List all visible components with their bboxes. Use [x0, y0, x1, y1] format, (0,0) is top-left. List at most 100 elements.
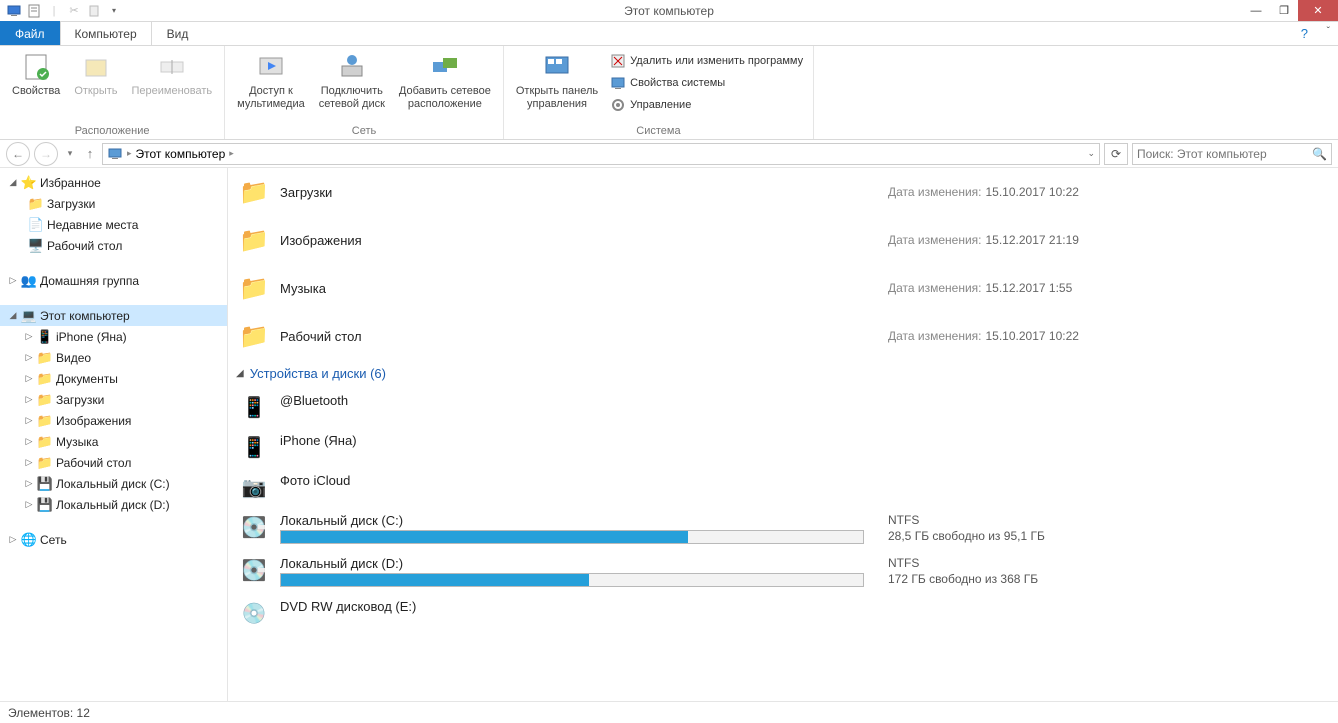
ribbon-tabs: Файл Компьютер Вид ˇ ?	[0, 22, 1338, 46]
devices-group-header[interactable]: ◢Устройства и диски (6)	[236, 360, 1338, 387]
breadcrumb-root[interactable]: Этот компьютер	[136, 147, 226, 161]
address-dropdown-icon[interactable]: ⌄	[1087, 148, 1095, 159]
folder-name: Рабочий стол	[280, 329, 876, 344]
phone-icon: 📱	[37, 329, 53, 345]
computer-icon	[107, 146, 123, 162]
control-panel-button[interactable]: Открыть панель управления	[510, 49, 604, 113]
tab-computer[interactable]: Компьютер	[60, 21, 152, 45]
close-button[interactable]: ✕	[1298, 0, 1338, 21]
folder-row[interactable]: 📁 Рабочий стол Дата изменения:15.10.2017…	[236, 312, 1338, 360]
device-name: DVD RW дисковод (E:)	[280, 599, 876, 614]
device-name: Локальный диск (C:)	[280, 513, 876, 528]
folder-icon: 📁	[240, 274, 268, 302]
tree-favorites[interactable]: ◢⭐Избранное	[0, 172, 227, 193]
ribbon: Свойства Открыть Переименовать Расположе…	[0, 46, 1338, 140]
device-row[interactable]: 📷Фото iCloud	[236, 467, 1338, 507]
uninstall-button[interactable]: Удалить или изменить программу	[606, 51, 807, 71]
folder-row[interactable]: 📁 Изображения Дата изменения:15.12.2017 …	[236, 216, 1338, 264]
ribbon-collapse-icon[interactable]: ˇ	[1327, 26, 1330, 37]
group-label-network: Сеть	[231, 123, 497, 137]
qat-icon-cut: ✂	[66, 3, 82, 19]
add-network-button[interactable]: Добавить сетевое расположение	[393, 49, 497, 113]
group-label-system: Система	[510, 123, 807, 137]
tree-disk-d[interactable]: ▷💾Локальный диск (D:)	[0, 494, 227, 515]
tree-pictures[interactable]: ▷📁Изображения	[0, 410, 227, 431]
folder-name: Загрузки	[280, 185, 876, 200]
search-input[interactable]	[1137, 147, 1308, 161]
tree-downloads[interactable]: 📁Загрузки	[0, 193, 227, 214]
search-box[interactable]: 🔍	[1132, 143, 1332, 165]
folder-date: Дата изменения:15.12.2017 1:55	[888, 281, 1072, 295]
device-row[interactable]: 💽 Локальный диск (C:) NTFS28,5 ГБ свобод…	[236, 507, 1338, 550]
qat-icon-properties[interactable]	[26, 3, 42, 19]
device-row[interactable]: 💽 Локальный диск (D:) NTFS172 ГБ свободн…	[236, 550, 1338, 593]
tree-homegroup[interactable]: ▷👥Домашняя группа	[0, 270, 227, 291]
folder-name: Изображения	[280, 233, 876, 248]
tree-iphone[interactable]: ▷📱iPhone (Яна)	[0, 326, 227, 347]
folder-icon: 📁	[37, 350, 53, 366]
properties-icon	[20, 51, 52, 83]
system-props-icon	[610, 75, 626, 91]
folder-date: Дата изменения:15.10.2017 10:22	[888, 329, 1079, 343]
minimize-button[interactable]: —	[1242, 0, 1270, 21]
window-title: Этот компьютер	[624, 4, 714, 18]
tree-documents[interactable]: ▷📁Документы	[0, 368, 227, 389]
device-icon: 💿	[240, 599, 268, 627]
device-icon: 📱	[240, 433, 268, 461]
maximize-button[interactable]: ❐	[1270, 0, 1298, 21]
breadcrumb[interactable]: ▸ Этот компьютер ▸ ⌄	[102, 143, 1100, 165]
folder-row[interactable]: 📁 Загрузки Дата изменения:15.10.2017 10:…	[236, 168, 1338, 216]
device-name: @Bluetooth	[280, 393, 876, 408]
tree-music[interactable]: ▷📁Музыка	[0, 431, 227, 452]
qat-icon-computer[interactable]	[6, 3, 22, 19]
tree-recent[interactable]: 📄Недавние места	[0, 214, 227, 235]
refresh-button[interactable]: ⟳	[1104, 143, 1128, 165]
tree-this-pc[interactable]: ◢💻Этот компьютер	[0, 305, 227, 326]
tree-desktop[interactable]: 🖥️Рабочий стол	[0, 235, 227, 256]
folder-name: Музыка	[280, 281, 876, 296]
tree-desktop2[interactable]: ▷📁Рабочий стол	[0, 452, 227, 473]
desktop-icon: 🖥️	[28, 238, 44, 254]
qat-dropdown-icon[interactable]: ▾	[106, 3, 122, 19]
device-row[interactable]: 📱iPhone (Яна)	[236, 427, 1338, 467]
drive-usage-bar	[280, 573, 864, 587]
ribbon-group-system: Открыть панель управления Удалить или из…	[504, 46, 814, 139]
media-icon	[255, 51, 287, 83]
folder-icon: 📁	[37, 413, 53, 429]
device-name: Локальный диск (D:)	[280, 556, 876, 571]
manage-icon	[610, 97, 626, 113]
tree-downloads2[interactable]: ▷📁Загрузки	[0, 389, 227, 410]
folder-icon: 📁	[240, 178, 268, 206]
tab-view[interactable]: Вид	[152, 21, 204, 45]
breadcrumb-sep[interactable]: ▸	[127, 148, 132, 159]
system-properties-button[interactable]: Свойства системы	[606, 73, 807, 93]
quick-access-toolbar: | ✂ ▾	[0, 3, 122, 19]
manage-button[interactable]: Управление	[606, 95, 807, 115]
forward-button[interactable]: →	[34, 142, 58, 166]
media-access-button[interactable]: Доступ к мультимедиа	[231, 49, 311, 113]
help-icon[interactable]: ?	[1301, 26, 1308, 41]
history-dropdown[interactable]: ▾	[62, 142, 78, 166]
folder-row[interactable]: 📁 Музыка Дата изменения:15.12.2017 1:55	[236, 264, 1338, 312]
back-button[interactable]: ←	[6, 142, 30, 166]
tab-file[interactable]: Файл	[0, 21, 60, 45]
titlebar: | ✂ ▾ Этот компьютер — ❐ ✕	[0, 0, 1338, 22]
star-icon: ⭐	[21, 175, 37, 191]
tree-video[interactable]: ▷📁Видео	[0, 347, 227, 368]
breadcrumb-sep2[interactable]: ▸	[229, 148, 234, 159]
item-count-label: Элементов:	[8, 706, 73, 720]
device-row[interactable]: 💿 DVD RW дисковод (E:)	[236, 593, 1338, 633]
folder-icon: 📁	[240, 226, 268, 254]
open-button[interactable]: Открыть	[68, 49, 123, 100]
properties-button[interactable]: Свойства	[6, 49, 66, 100]
rename-button[interactable]: Переименовать	[126, 49, 219, 100]
device-row[interactable]: 📱@Bluetooth	[236, 387, 1338, 427]
up-button[interactable]: ↑	[82, 142, 98, 166]
tree-disk-c[interactable]: ▷💾Локальный диск (C:)	[0, 473, 227, 494]
map-drive-button[interactable]: Подключить сетевой диск	[313, 49, 391, 113]
tree-network[interactable]: ▷🌐Сеть	[0, 529, 227, 550]
search-icon: 🔍	[1312, 147, 1327, 161]
homegroup-icon: 👥	[21, 273, 37, 289]
folder-icon: 📁	[37, 392, 53, 408]
recent-icon: 📄	[28, 217, 44, 233]
